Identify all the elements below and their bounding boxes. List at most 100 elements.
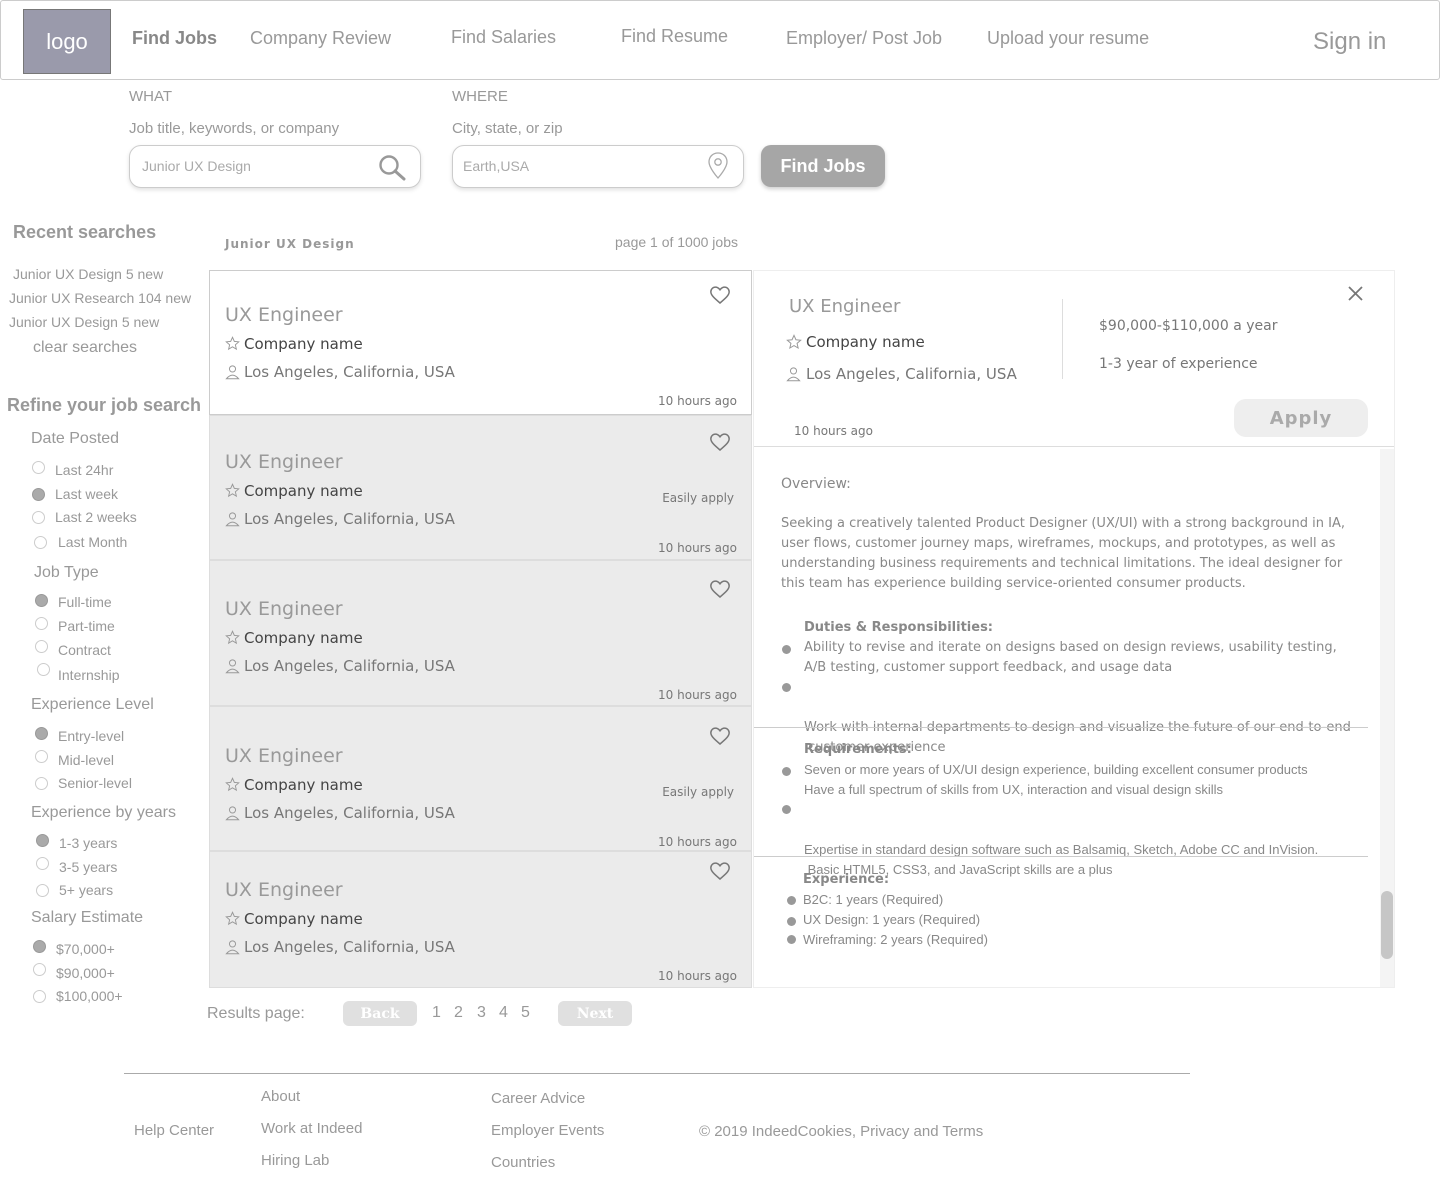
job-card[interactable]: UX Engineer Company name Los Angeles, Ca… (209, 851, 752, 988)
location-person-icon (225, 806, 240, 821)
nav-upload-resume[interactable]: Upload your resume (987, 28, 1149, 49)
detail-divider (1062, 299, 1063, 379)
radio-senior-level[interactable] (35, 777, 48, 790)
job-title[interactable]: UX Engineer (225, 879, 343, 901)
results-query: Junior UX Design (225, 237, 355, 251)
star-icon (786, 334, 802, 350)
radio-contract[interactable] (35, 640, 48, 653)
company-name: Company name (244, 335, 363, 353)
page-number[interactable]: 3 (477, 1004, 486, 1022)
posted-time: 10 hours ago (658, 969, 737, 983)
heart-icon[interactable] (710, 433, 730, 452)
filter-group-experience-level: Experience Level (31, 696, 154, 713)
scrollbar-thumb[interactable] (1381, 891, 1393, 959)
footer-about[interactable]: About (261, 1088, 300, 1105)
radio-3-5-years[interactable] (36, 857, 49, 870)
what-input[interactable] (142, 158, 362, 174)
option-label: $100,000+ (56, 988, 123, 1004)
footer-employer-events[interactable]: Employer Events (491, 1122, 604, 1139)
footer-copyright[interactable]: © 2019 IndeedCookies, Privacy and Terms (699, 1123, 983, 1140)
page-number[interactable]: 1 (432, 1004, 441, 1022)
job-card[interactable]: UX Engineer Company name Los Angeles, Ca… (209, 415, 752, 560)
filter-group-experience-years: Experience by years (31, 804, 176, 821)
radio-90000[interactable] (33, 963, 46, 976)
recent-search-item[interactable]: Junior UX Design 5 new (9, 314, 159, 330)
job-location: Los Angeles, California, USA (244, 804, 455, 822)
bullet (782, 645, 791, 654)
nav-employer-post-job[interactable]: Employer/ Post Job (786, 28, 942, 49)
search-icon[interactable] (378, 154, 408, 182)
close-icon[interactable] (1348, 286, 1363, 301)
detail-company-name: Company name (806, 333, 925, 351)
option-label: Entry-level (58, 728, 125, 744)
back-button[interactable]: Back (343, 1001, 417, 1026)
nav-find-jobs[interactable]: Find Jobs (132, 28, 217, 49)
job-title[interactable]: UX Engineer (225, 451, 343, 473)
detail-salary: $90,000-$110,000 a year (1099, 318, 1278, 334)
radio-1-3-years[interactable] (36, 834, 49, 847)
footer-help-center[interactable]: Help Center (134, 1122, 214, 1139)
heart-icon[interactable] (710, 580, 730, 599)
job-title[interactable]: UX Engineer (225, 745, 343, 767)
scrollbar-track[interactable] (1380, 449, 1394, 987)
recent-search-item[interactable]: Junior UX Design 5 new (13, 266, 163, 282)
experience-item: B2C: 1 years (Required) (803, 892, 944, 907)
footer-career-advice[interactable]: Career Advice (491, 1090, 585, 1107)
radio-mid-level[interactable] (35, 750, 48, 763)
sign-in-link[interactable]: Sign in (1313, 28, 1386, 56)
radio-last-month[interactable] (34, 536, 47, 549)
where-label: WHERE (452, 88, 508, 105)
clear-searches-link[interactable]: clear searches (33, 339, 137, 357)
job-card[interactable]: UX Engineer Company name Los Angeles, Ca… (209, 706, 752, 851)
job-card[interactable]: UX Engineer Company name Los Angeles, Ca… (209, 270, 752, 415)
where-input[interactable] (463, 158, 683, 174)
where-search-box (452, 145, 744, 188)
nav-find-resume[interactable]: Find Resume (621, 26, 728, 47)
duty-item: Ability to revise and iterate on designs… (804, 640, 1337, 675)
page-number[interactable]: 2 (454, 1004, 463, 1022)
experience-heading: Experience: (803, 872, 890, 887)
page-number[interactable]: 4 (499, 1004, 508, 1022)
logo[interactable]: logo (23, 9, 111, 74)
find-jobs-button[interactable]: Find Jobs (761, 145, 885, 187)
job-card[interactable]: UX Engineer Company name Los Angeles, Ca… (209, 560, 752, 706)
page-number[interactable]: 5 (521, 1004, 530, 1022)
radio-5-plus-years[interactable] (36, 884, 49, 897)
experience-item: UX Design: 1 years (Required) (803, 912, 981, 927)
radio-full-time[interactable] (35, 594, 48, 607)
bullet (787, 935, 796, 944)
bullet (787, 896, 796, 905)
requirements-heading: Requirements: (804, 742, 912, 757)
footer-hiring-lab[interactable]: Hiring Lab (261, 1152, 329, 1169)
star-icon (225, 777, 240, 792)
overview-line: Seeking a creatively talented Product De… (781, 516, 1345, 531)
heart-icon[interactable] (710, 862, 730, 881)
recent-search-item[interactable]: Junior UX Research 104 new (9, 290, 191, 306)
radio-100000[interactable] (33, 990, 46, 1003)
radio-internship[interactable] (37, 663, 50, 676)
bullet (787, 917, 796, 926)
refine-search-title: Refine your job search (7, 395, 202, 415)
radio-last-week[interactable] (32, 488, 45, 501)
heart-icon[interactable] (710, 286, 730, 305)
job-location: Los Angeles, California, USA (244, 510, 455, 528)
footer-countries[interactable]: Countries (491, 1154, 555, 1171)
radio-part-time[interactable] (35, 617, 48, 630)
heart-icon[interactable] (710, 727, 730, 746)
radio-last-2-weeks[interactable] (32, 511, 45, 524)
next-button[interactable]: Next (558, 1001, 632, 1026)
option-label: Part-time (58, 618, 115, 634)
radio-70000[interactable] (33, 940, 46, 953)
option-label: 3-5 years (59, 859, 118, 875)
job-title[interactable]: UX Engineer (225, 598, 343, 620)
footer-work-at-indeed[interactable]: Work at Indeed (261, 1120, 362, 1137)
overview-text: Seeking a creatively talented Product De… (781, 514, 1371, 594)
radio-last-24hr[interactable] (32, 461, 45, 474)
detail-experience-summary: 1-3 year of experience (1099, 356, 1258, 372)
radio-entry-level[interactable] (35, 727, 48, 740)
job-title[interactable]: UX Engineer (225, 304, 343, 326)
location-person-icon (225, 659, 240, 674)
nav-find-salaries[interactable]: Find Salaries (451, 27, 556, 48)
apply-button[interactable]: Apply (1234, 399, 1368, 437)
nav-company-review[interactable]: Company Review (250, 28, 391, 49)
